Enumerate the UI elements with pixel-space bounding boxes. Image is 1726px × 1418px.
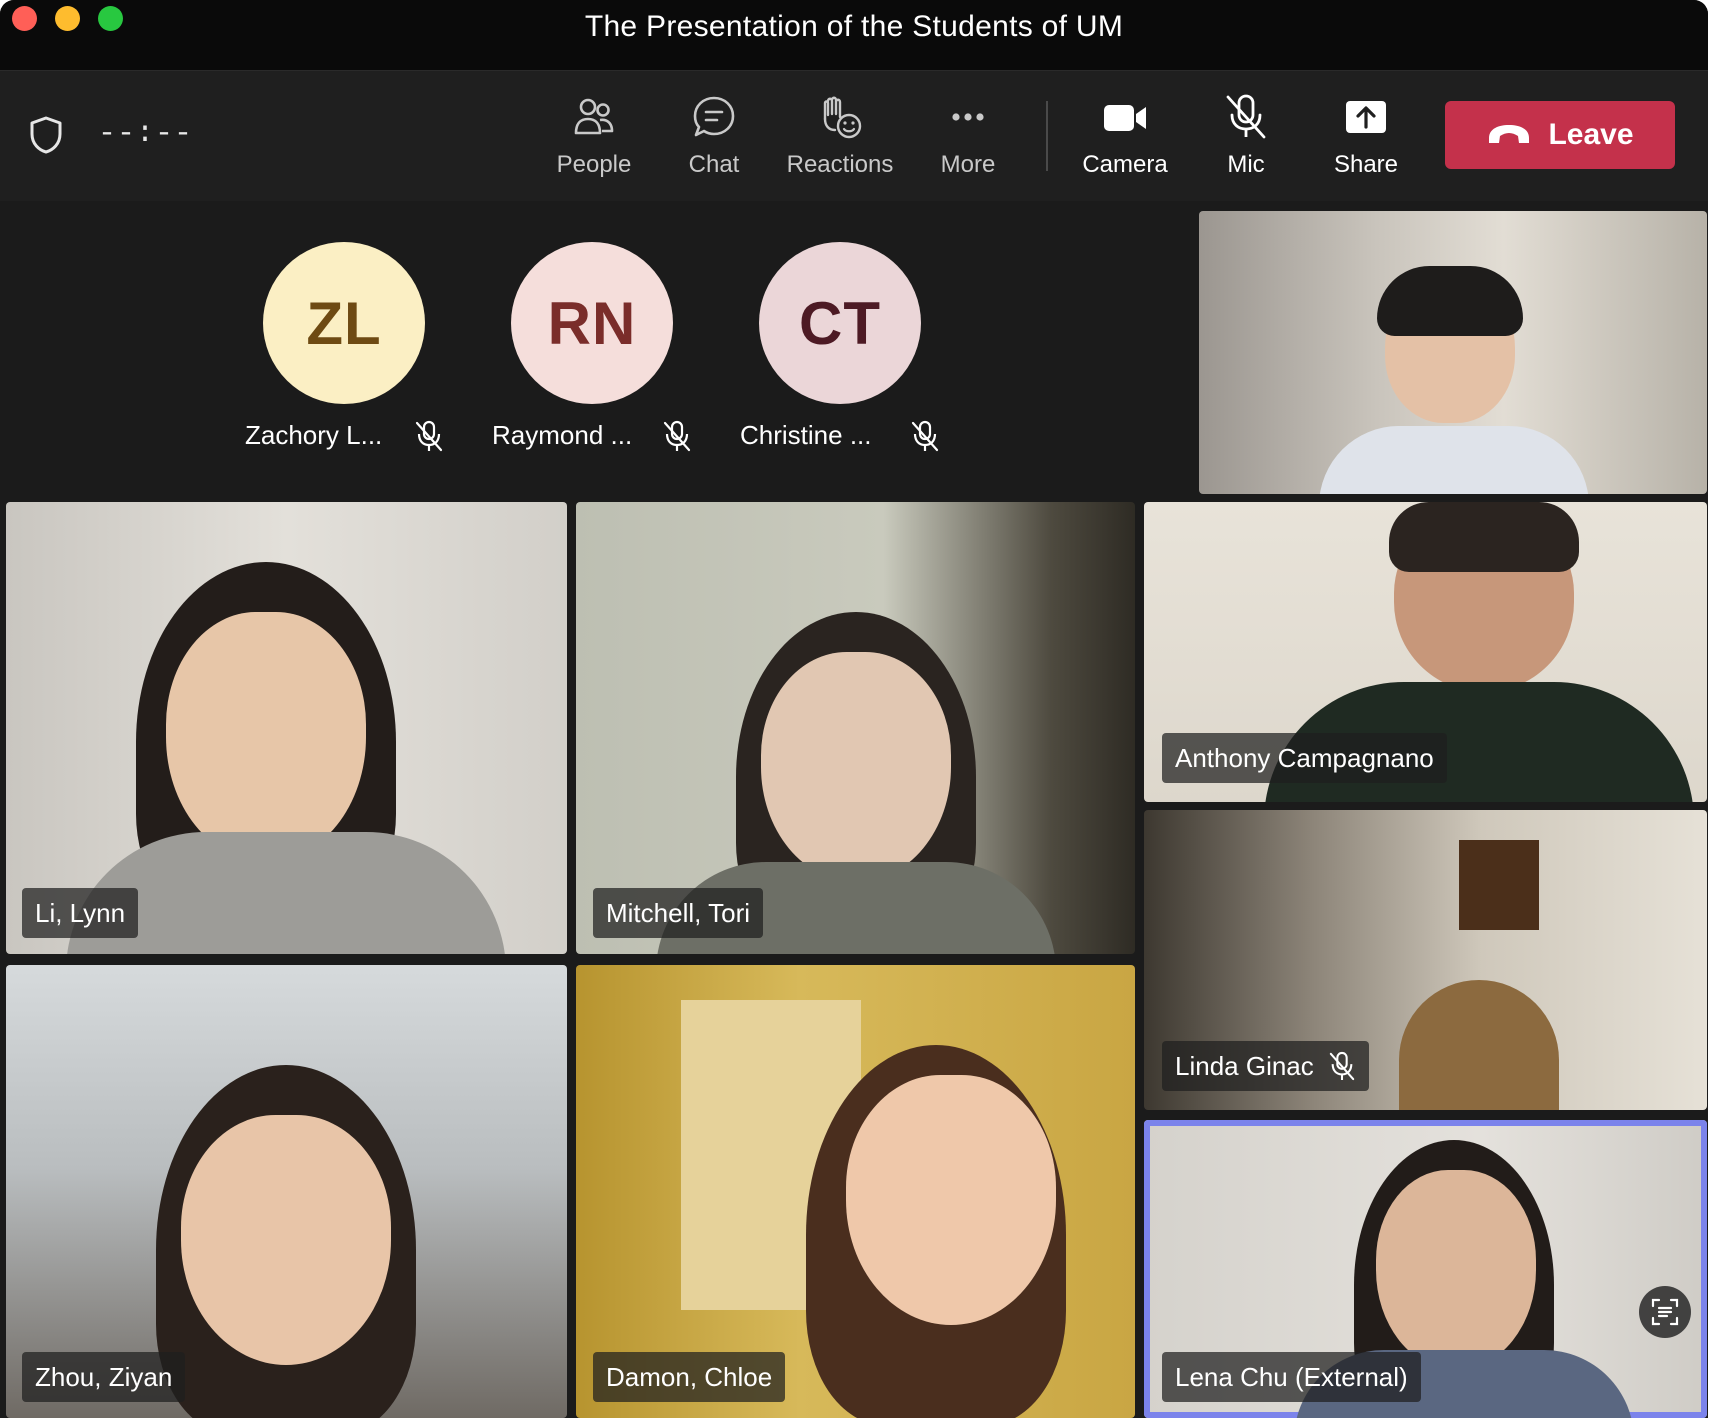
reactions-label: Reactions — [786, 151, 894, 178]
participant-name-tag: Lena Chu (External) — [1162, 1352, 1421, 1402]
leave-label: Leave — [1548, 118, 1634, 151]
person-face — [181, 1115, 391, 1365]
more-label: More — [940, 151, 996, 178]
mic-muted-icon — [663, 420, 691, 452]
mic-muted-icon — [1226, 94, 1266, 139]
participant-name: Damon, Chloe — [606, 1362, 773, 1392]
people-label: People — [556, 151, 632, 178]
mic-muted-icon — [911, 420, 939, 452]
meeting-window: The Presentation of the Students of UM -… — [0, 0, 1708, 1418]
chair-back — [1399, 980, 1559, 1110]
video-tile-linda-ginac[interactable]: Linda Ginac — [1144, 810, 1707, 1110]
phone-hangup-icon — [1489, 125, 1530, 143]
participant-name: Anthony Campagnano — [1175, 743, 1434, 773]
more-icon — [952, 113, 984, 121]
camera-button[interactable]: Camera — [1065, 93, 1185, 193]
shield-icon[interactable] — [28, 115, 64, 155]
person-face — [761, 652, 951, 882]
view-options-button[interactable] — [1639, 1286, 1691, 1338]
camera-label: Camera — [1082, 151, 1168, 178]
view-options-icon — [1651, 1298, 1679, 1326]
leave-button[interactable]: Leave — [1445, 101, 1675, 169]
camera-icon — [1104, 105, 1146, 131]
video-tile-anthony-campagnano[interactable]: Anthony Campagnano — [1144, 502, 1707, 802]
audio-participant-zl[interactable]: ZL — [244, 242, 444, 404]
video-tile-damon-chloe[interactable]: Damon, Chloe — [576, 965, 1135, 1418]
avatar: ZL — [263, 242, 425, 404]
participant-name: Zachory L... — [245, 420, 383, 450]
person-face — [166, 612, 366, 862]
meeting-title: The Presentation of the Students of UM — [584, 10, 1124, 43]
video-tile-zhou-ziyan[interactable]: Zhou, Ziyan — [6, 965, 567, 1418]
participant-name-tag: Anthony Campagnano — [1162, 733, 1447, 783]
mic-muted-icon — [415, 420, 443, 452]
chat-button[interactable]: Chat — [654, 93, 774, 193]
people-icon — [574, 98, 614, 135]
mic-label: Mic — [1227, 151, 1265, 178]
share-icon — [1346, 101, 1386, 133]
participant-name: Lena Chu (External) — [1175, 1362, 1408, 1392]
video-tile-lena-chu[interactable]: Lena Chu (External) — [1144, 1120, 1707, 1418]
self-view-video[interactable] — [1199, 211, 1707, 494]
reactions-icon — [823, 96, 862, 139]
audio-participant-rn[interactable]: RN — [492, 242, 692, 404]
participant-name-tag: Damon, Chloe — [593, 1352, 786, 1402]
participant-name: Zhou, Ziyan — [35, 1362, 173, 1392]
reactions-button[interactable]: Reactions — [780, 93, 900, 193]
person-shirt — [1319, 426, 1589, 494]
mic-muted-icon — [1329, 1051, 1354, 1081]
participant-name: Li, Lynn — [35, 898, 126, 928]
more-button[interactable]: More — [908, 93, 1028, 193]
participant-name: Linda Ginac — [1175, 1051, 1314, 1081]
video-tile-li-lynn[interactable]: Li, Lynn — [6, 502, 567, 954]
participant-name: Raymond ... — [492, 420, 633, 450]
title-bar: The Presentation of the Students of UM — [0, 0, 1708, 71]
meeting-timer: --:-- — [98, 117, 194, 151]
chat-label: Chat — [688, 151, 740, 178]
avatar: CT — [759, 242, 921, 404]
meeting-toolbar: --:-- People Chat Reactions More Camera … — [0, 71, 1708, 201]
mic-button[interactable]: Mic — [1186, 93, 1306, 193]
share-label: Share — [1333, 151, 1399, 178]
person-face — [846, 1075, 1056, 1325]
person-face — [1376, 1170, 1536, 1370]
share-button[interactable]: Share — [1306, 93, 1426, 193]
avatar: RN — [511, 242, 673, 404]
wall-painting — [1459, 840, 1539, 930]
participant-name-tag: Zhou, Ziyan — [22, 1352, 186, 1402]
toolbar-divider — [1046, 101, 1048, 171]
audio-participant-ct[interactable]: CT — [740, 242, 940, 404]
people-button[interactable]: People — [534, 93, 654, 193]
participant-name: Christine ... — [740, 420, 872, 450]
person-hair — [1377, 266, 1523, 336]
participant-name-tag: Li, Lynn — [22, 888, 139, 938]
participant-name-tag: Linda Ginac — [1162, 1041, 1369, 1091]
video-tile-mitchell-tori[interactable]: Mitchell, Tori — [576, 502, 1135, 954]
participant-name-tag: Mitchell, Tori — [593, 888, 764, 938]
chat-icon — [693, 96, 735, 137]
person-hair — [1389, 502, 1579, 572]
participant-name: Mitchell, Tori — [606, 898, 751, 928]
